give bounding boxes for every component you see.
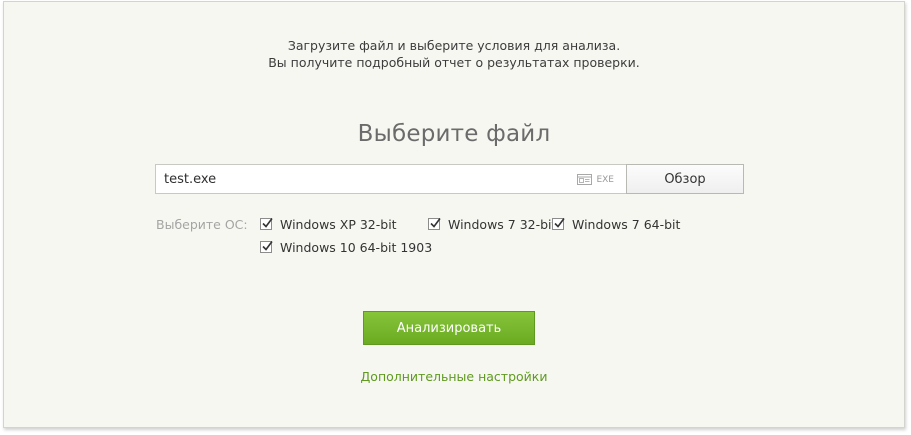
checkbox-win10-64[interactable] [260, 241, 273, 253]
upload-panel: Загрузите файл и выберите условия для ан… [3, 1, 905, 428]
os-option-label: Windows XP 32-bit [280, 216, 397, 232]
analyze-button[interactable]: Анализировать [363, 311, 535, 345]
os-option-label: Windows 7 64-bit [572, 216, 681, 232]
intro-text: Загрузите файл и выберите условия для ан… [4, 37, 904, 71]
checkmark-icon [554, 218, 565, 228]
os-option-win10-64[interactable]: Windows 10 64-bit 1903 [260, 238, 432, 256]
file-extension-badge: EXE [596, 175, 614, 185]
checkbox-win7-32[interactable] [428, 218, 441, 230]
os-label: Выберите ОС: [156, 217, 248, 232]
file-picker: test.exe EXE Обзор [155, 164, 744, 194]
checkmark-icon [262, 241, 273, 251]
intro-line-2: Вы получите подробный отчет о результата… [268, 55, 640, 70]
os-option-win7-32[interactable]: Windows 7 32-bit [428, 215, 556, 233]
os-option-win7-64[interactable]: Windows 7 64-bit [552, 215, 680, 233]
checkbox-winxp-32[interactable] [260, 218, 273, 230]
os-selector: Выберите ОС: Windows XP 32-bit Windows 7… [156, 215, 716, 265]
intro-line-1: Загрузите файл и выберите условия для ан… [287, 38, 621, 53]
window-file-icon [577, 174, 592, 185]
checkmark-icon [430, 218, 441, 228]
checkbox-win7-64[interactable] [552, 218, 565, 230]
os-option-label: Windows 10 64-bit 1903 [280, 239, 433, 255]
file-name: test.exe [164, 172, 217, 187]
os-option-winxp-32[interactable]: Windows XP 32-bit [260, 215, 397, 233]
advanced-settings-link[interactable]: Дополнительные настройки [4, 369, 904, 384]
checkmark-icon [262, 218, 273, 228]
page-title: Выберите файл [357, 121, 551, 147]
browse-button[interactable]: Обзор [626, 164, 744, 194]
os-option-label: Windows 7 32-bit [448, 216, 557, 232]
file-input[interactable]: test.exe EXE [155, 164, 627, 194]
